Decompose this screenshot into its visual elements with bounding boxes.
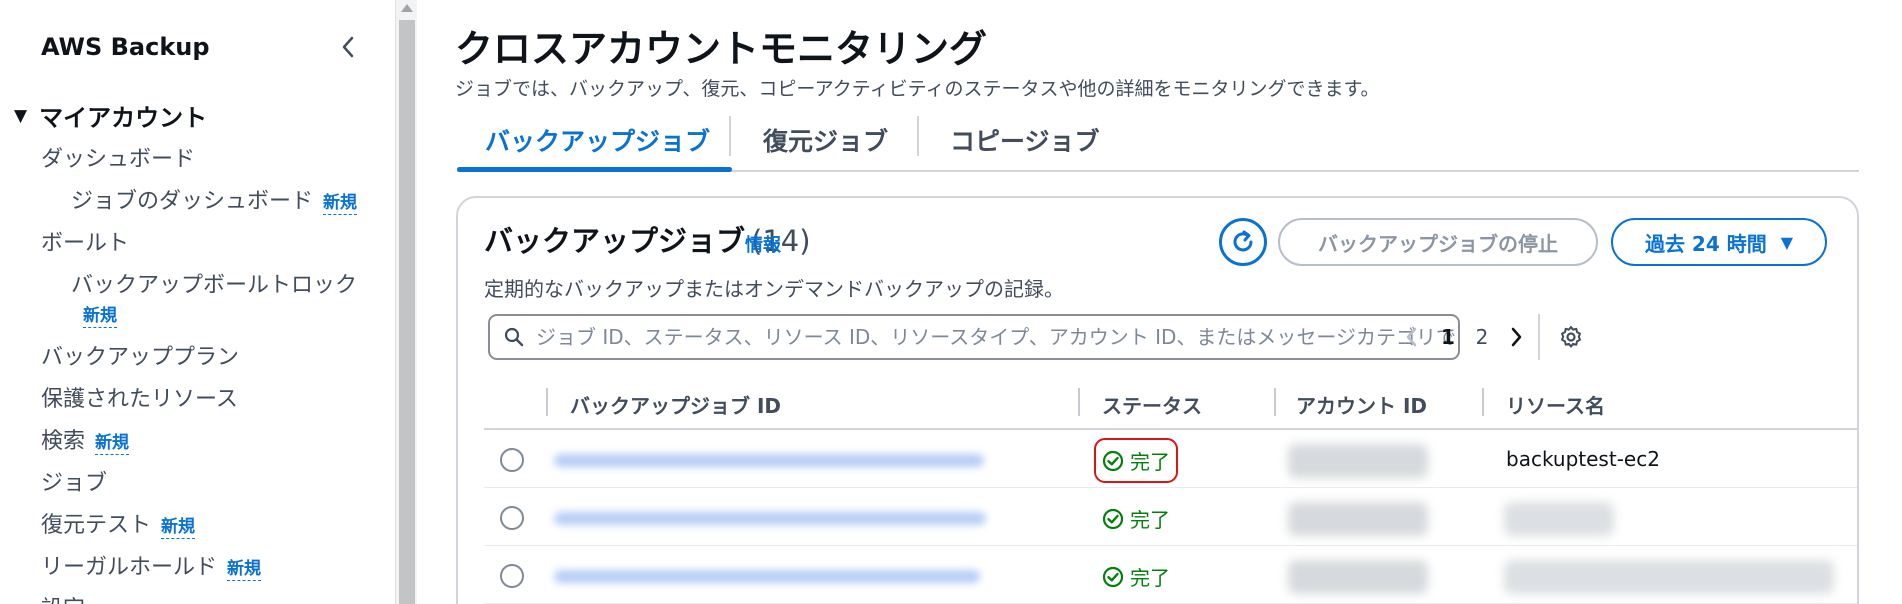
table-preferences-button[interactable] (1554, 320, 1588, 354)
info-link[interactable]: 情報 (745, 231, 781, 257)
sidebar-item-vaults[interactable]: ボールト (41, 225, 129, 257)
container-description: 定期的なバックアップまたはオンデマンドバックアップの記録。 (484, 277, 1064, 301)
status-text: 完了 (1130, 566, 1170, 590)
sidebar-item-label: 復元テスト (41, 513, 152, 538)
table-row: 完了 (484, 546, 1857, 604)
filter-search[interactable] (488, 314, 1460, 360)
search-icon (504, 327, 524, 347)
sidebar-item-job-dashboard[interactable]: ジョブのダッシュボード 新規 (71, 183, 358, 215)
caret-down-icon: ▼ (14, 105, 28, 126)
new-badge: 新規 (83, 306, 117, 328)
status-text: 完了 (1130, 508, 1170, 532)
service-title[interactable]: AWS Backup (41, 33, 210, 61)
job-tabs: バックアップジョブ 復元ジョブ コピージョブ (457, 110, 1859, 172)
scroll-up-arrow-icon[interactable] (401, 4, 413, 12)
column-header-account-id[interactable]: アカウント ID (1296, 390, 1427, 419)
tab-restore-jobs[interactable]: 復元ジョブ (763, 110, 888, 170)
page-1-button[interactable]: 1 (1434, 320, 1462, 354)
new-badge: 新規 (95, 433, 130, 455)
time-range-dropdown[interactable]: 過去 24 時間 ▼ (1611, 218, 1827, 266)
column-divider (1274, 388, 1276, 416)
resource-name: backuptest-ec2 (1506, 447, 1660, 471)
sidebar-item-jobs[interactable]: ジョブ (41, 465, 107, 497)
sidebar-item-search[interactable]: 検索 新規 (41, 423, 130, 455)
sidebar-item-legal-holds[interactable]: リーガルホールド 新規 (41, 549, 262, 581)
check-circle-icon (1102, 450, 1124, 471)
side-navigation: AWS Backup ▼ マイアカウント ダッシュボード ジョブのダッシュボード… (0, 0, 395, 604)
caret-down-icon: ▼ (1780, 232, 1794, 252)
table-row: 完了 (484, 488, 1857, 546)
backup-job-id-link-redacted[interactable] (554, 570, 980, 583)
backup-job-id-link-redacted[interactable] (554, 454, 984, 467)
pager-divider (1538, 314, 1540, 360)
search-input[interactable] (536, 325, 1458, 349)
new-badge-wrap: 新規 (83, 301, 117, 328)
section-label: マイアカウント (39, 104, 208, 132)
row-select-radio[interactable] (500, 448, 524, 472)
sidebar-item-protected-resources[interactable]: 保護されたリソース (41, 381, 238, 413)
next-page-button[interactable] (1502, 320, 1532, 354)
column-divider (1482, 388, 1484, 416)
backup-job-id-link-redacted[interactable] (554, 512, 986, 525)
new-badge: 新規 (227, 559, 262, 581)
account-id-redacted (1288, 560, 1428, 594)
column-header-resource-name[interactable]: リソース名 (1506, 390, 1605, 419)
previous-page-button[interactable] (1396, 320, 1426, 354)
sidebar-item-restore-testing[interactable]: 復元テスト 新規 (41, 507, 196, 539)
table-row: 完了 backuptest-ec2 (484, 430, 1857, 488)
resource-name-redacted (1504, 560, 1834, 594)
refresh-icon (1233, 230, 1253, 252)
sidebar-scrollbar[interactable] (395, 0, 417, 604)
account-id-redacted (1288, 502, 1428, 536)
resource-name-redacted (1504, 502, 1614, 536)
row-select-radio[interactable] (500, 564, 524, 588)
page-title: クロスアカウントモニタリング (455, 27, 988, 71)
tab-divider (917, 116, 919, 156)
new-badge: 新規 (161, 517, 196, 539)
sidebar-item-label: 検索 (41, 429, 86, 454)
column-divider (546, 388, 548, 416)
sidebar-item-settings[interactable]: 設定 (41, 591, 85, 604)
new-badge: 新規 (323, 193, 358, 215)
sidebar-item-vault-lock[interactable]: バックアップボールトロック (71, 267, 357, 299)
main-content: クロスアカウントモニタリング ジョブでは、バックアップ、復元、コピーアクティビテ… (417, 0, 1902, 604)
account-id-redacted (1288, 444, 1428, 478)
tab-divider (729, 116, 731, 156)
column-divider (1078, 388, 1080, 416)
column-header-backup-job-id[interactable]: バックアップジョブ ID (570, 390, 781, 419)
check-circle-icon (1102, 566, 1124, 587)
scrollbar-thumb[interactable] (399, 20, 415, 604)
stop-backup-job-button[interactable]: バックアップジョブの停止 (1278, 218, 1598, 266)
active-tab-indicator (457, 167, 732, 172)
status-badge: 完了 (1102, 504, 1170, 533)
column-header-status[interactable]: ステータス (1102, 390, 1202, 419)
chevron-left-icon (342, 36, 354, 58)
chevron-right-icon (1511, 327, 1522, 347)
time-range-label: 過去 24 時間 (1644, 231, 1767, 256)
status-text: 完了 (1130, 450, 1170, 474)
refresh-button[interactable] (1219, 218, 1267, 266)
sidebar-item-label: リーガルホールド (41, 555, 218, 580)
sidebar-item-backup-plans[interactable]: バックアッププラン (41, 339, 239, 371)
gear-icon (1561, 326, 1581, 348)
check-circle-icon (1102, 508, 1124, 529)
page-2-button[interactable]: 2 (1468, 320, 1496, 354)
tab-backup-jobs[interactable]: バックアップジョブ (485, 110, 710, 170)
sidebar-item-label: ジョブのダッシュボード (71, 189, 314, 214)
status-badge: 完了 (1094, 438, 1178, 483)
backup-jobs-container: バックアップジョブ (14) 情報 定期的なバックアップまたはオンデマンドバックア… (456, 196, 1859, 604)
page-description: ジョブでは、バックアップ、復元、コピーアクティビティのステータスや他の詳細をモニ… (455, 78, 1380, 100)
tab-copy-jobs[interactable]: コピージョブ (950, 110, 1100, 170)
chevron-left-icon (1406, 327, 1417, 347)
row-select-radio[interactable] (500, 506, 524, 530)
section-my-account[interactable]: ▼ マイアカウント (14, 98, 207, 133)
container-title-text: バックアップジョブ (484, 224, 746, 258)
collapse-sidebar-button[interactable] (334, 30, 362, 64)
sidebar-item-dashboard[interactable]: ダッシュボード (41, 141, 195, 173)
status-badge: 完了 (1102, 562, 1170, 591)
table-header: バックアップジョブ ID ステータス アカウント ID リソース名 (484, 378, 1857, 430)
